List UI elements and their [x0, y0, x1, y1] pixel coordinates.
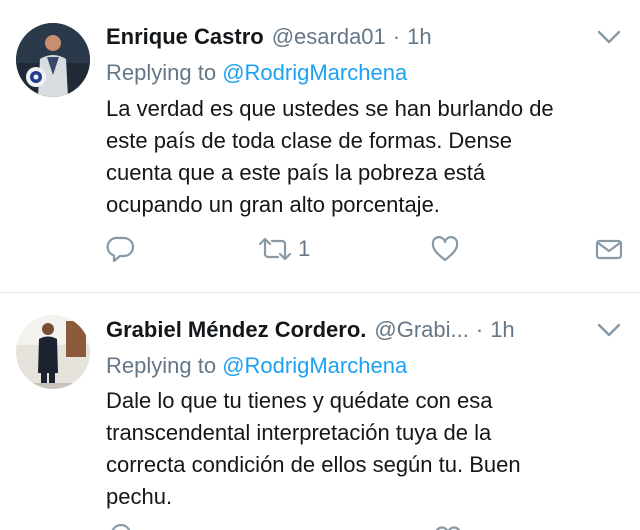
tweet-text-line: transcendental interpretación tuya de la [106, 420, 492, 445]
tweet[interactable]: Enrique Castro @esarda01 · 1h Replying t… [0, 0, 640, 292]
author-handle[interactable]: @Grabi... [374, 317, 468, 343]
separator-dot: · [392, 24, 401, 49]
tweet-text-line: este país de toda clase de formas. Dense [106, 128, 513, 153]
tweet-text-line: ocupando un gran alto porcentaje. [106, 192, 440, 217]
tweet-text-line: pechu. [106, 484, 173, 509]
replying-label: Replying to [106, 60, 217, 85]
tweet-text: Dale lo que tu tienes y quédate con esa … [106, 385, 626, 513]
timestamp[interactable]: 1h [407, 24, 431, 50]
mention-link[interactable]: @RodrigMarchena [222, 60, 407, 85]
tweet-text: La verdad es que ustedes se han burlando… [106, 93, 626, 221]
avatar[interactable] [16, 315, 90, 389]
tweet-actions: 1 [106, 232, 626, 266]
tweet[interactable]: Grabiel Méndez Cordero. @Grabi... · 1h R… [0, 293, 640, 530]
tweet-header: Grabiel Méndez Cordero. @Grabi... · 1h [106, 317, 515, 347]
tweet-actions-partial [106, 521, 626, 530]
replying-label: Replying to [106, 353, 217, 378]
separator-dot: · [475, 317, 484, 342]
author-handle[interactable]: @esarda01 [272, 24, 386, 50]
mention-link[interactable]: @RodrigMarchena [222, 353, 407, 378]
chevron-down-icon[interactable] [596, 321, 622, 339]
author-name[interactable]: Enrique Castro [106, 24, 264, 50]
replying-to: Replying to @RodrigMarchena [106, 60, 407, 86]
timestamp[interactable]: 1h [490, 317, 514, 343]
tweet-text-line: cuenta que a este país la pobreza está [106, 160, 486, 185]
tweet-header: Enrique Castro @esarda01 · 1h [106, 24, 432, 54]
author-name[interactable]: Grabiel Méndez Cordero. [106, 317, 366, 343]
retweet-button[interactable]: 1 [256, 232, 310, 266]
retweet-count: 1 [298, 236, 311, 261]
avatar[interactable] [16, 23, 90, 97]
reply-button[interactable] [106, 232, 136, 266]
action-icons-cropped [111, 523, 461, 530]
tweet-text-line: Dale lo que tu tienes y quédate con esa [106, 388, 493, 413]
replying-to: Replying to @RodrigMarchena [106, 353, 407, 379]
profile-photo-icon [16, 315, 90, 389]
direct-message-button[interactable] [594, 232, 624, 266]
retweet-icon [258, 237, 292, 261]
reply-icon [106, 236, 135, 263]
chevron-down-icon[interactable] [596, 28, 622, 46]
direct-message-icon [595, 239, 623, 260]
like-icon [431, 236, 459, 262]
tweet-text-line: La verdad es que ustedes se han burlando… [106, 96, 554, 121]
profile-photo-icon [16, 23, 90, 97]
like-button[interactable] [430, 232, 460, 266]
tweet-text-line: correcta condición de ellos según tu. Bu… [106, 452, 521, 477]
